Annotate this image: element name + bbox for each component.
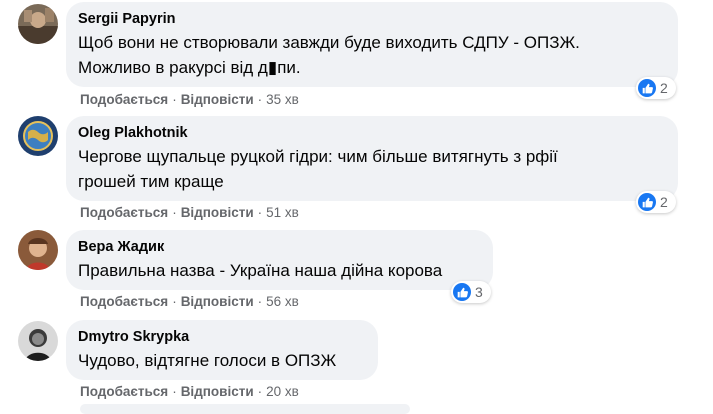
separator: · — [172, 92, 177, 107]
comment-actions: Подобається · Відповісти · 56 хв — [80, 294, 299, 309]
like-icon — [638, 193, 656, 211]
reply-link[interactable]: Відповісти — [181, 92, 254, 107]
timestamp[interactable]: 56 хв — [266, 294, 299, 309]
timestamp[interactable]: 51 хв — [266, 205, 299, 220]
timestamp[interactable]: 35 хв — [266, 92, 299, 107]
avatar[interactable] — [18, 321, 58, 361]
comment-actions: Подобається · Відповісти · 51 хв — [80, 205, 299, 220]
comment-text-line: Чергове щупальце руцкой гідри: чим більш… — [78, 147, 558, 166]
comment-text: Чергове щупальце руцкой гідри: чим більш… — [78, 144, 666, 194]
reaction-number: 2 — [660, 80, 668, 96]
comment-actions: Подобається · Відповісти · 20 хв — [80, 384, 299, 399]
comment-text-line: Щоб вони не створювали завжди буде виход… — [78, 33, 580, 52]
reaction-count[interactable]: 2 — [636, 191, 676, 213]
timestamp[interactable]: 20 хв — [266, 384, 299, 399]
comment-text: Чудово, відтягне голоси в ОПЗЖ — [78, 348, 366, 373]
comment-bubble: Oleg Plakhotnik Чергове щупальце руцкой … — [66, 116, 678, 201]
separator: · — [257, 294, 263, 309]
like-icon — [453, 283, 471, 301]
avatar[interactable] — [18, 4, 58, 44]
like-link[interactable]: Подобається — [80, 92, 168, 107]
comment-text: Правильна назва - Україна наша дійна кор… — [78, 258, 481, 283]
like-link[interactable]: Подобається — [80, 384, 168, 399]
like-link[interactable]: Подобається — [80, 205, 168, 220]
reply-link[interactable]: Відповісти — [181, 294, 254, 309]
comment-text-line: Правильна назва - Україна наша дійна кор… — [78, 261, 443, 280]
avatar[interactable] — [18, 230, 58, 270]
separator: · — [172, 384, 177, 399]
comment-author[interactable]: Sergii Papyrin — [78, 10, 666, 28]
comment-text-line: Чудово, відтягне голоси в ОПЗЖ — [78, 351, 337, 370]
avatar[interactable] — [18, 116, 58, 156]
comment-bubble: Вера Жадик Правильна назва - Україна наш… — [66, 230, 493, 290]
comment-text: Щоб вони не створювали завжди буде виход… — [78, 30, 666, 80]
like-link[interactable]: Подобається — [80, 294, 168, 309]
comment-author[interactable]: Dmytro Skrypka — [78, 328, 366, 346]
comment-bubble: Dmytro Skrypka Чудово, відтягне голоси в… — [66, 320, 378, 380]
comment-bubble: Sergii Papyrin Щоб вони не створювали за… — [66, 2, 678, 87]
comment-author[interactable]: Oleg Plakhotnik — [78, 124, 666, 142]
comment-author[interactable]: Вера Жадик — [78, 238, 481, 256]
reaction-number: 2 — [660, 194, 668, 210]
separator: · — [257, 384, 263, 399]
reply-link[interactable]: Відповісти — [181, 384, 254, 399]
reaction-count[interactable]: 3 — [451, 281, 491, 303]
like-icon — [638, 79, 656, 97]
separator: · — [172, 294, 177, 309]
separator: · — [172, 205, 177, 220]
reaction-number: 3 — [475, 284, 483, 300]
reaction-count[interactable]: 2 — [636, 77, 676, 99]
comment-text-line: Можливо в ракурсі від д▮пи. — [78, 58, 301, 77]
separator: · — [257, 92, 263, 107]
separator: · — [257, 205, 263, 220]
comment-actions: Подобається · Відповісти · 35 хв — [80, 92, 299, 107]
reply-link[interactable]: Відповісти — [181, 205, 254, 220]
comment-text-line: грошей тим краще — [78, 172, 224, 191]
next-comment-bubble — [80, 404, 410, 414]
